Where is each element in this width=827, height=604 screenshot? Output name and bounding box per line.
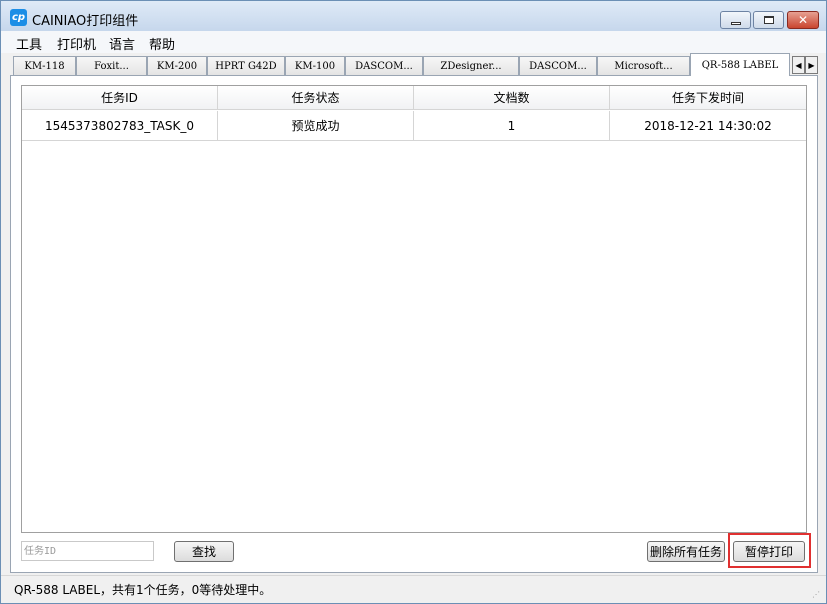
tab-scroll-left-icon[interactable]: ◀	[792, 56, 805, 74]
menu-tools[interactable]: 工具	[16, 34, 42, 53]
tab-dascom-1[interactable]: DASCOM...	[345, 56, 423, 75]
tab-dascom-2[interactable]: DASCOM...	[519, 56, 597, 75]
delete-all-tasks-button[interactable]: 删除所有任务	[647, 541, 725, 562]
maximize-button[interactable]	[753, 11, 784, 29]
cell-task-id: 1545373802783_TASK_0	[22, 111, 218, 140]
close-icon: ✕	[797, 13, 809, 27]
task-id-search-input[interactable]	[21, 541, 154, 561]
cell-task-status: 预览成功	[218, 111, 414, 140]
tab-zdesigner[interactable]: ZDesigner...	[423, 56, 519, 75]
app-window: cp CAINIAO打印组件 ✕ 工具 打印机 语言 帮助 KM-118 Fox…	[0, 0, 827, 604]
menu-printer[interactable]: 打印机	[57, 34, 96, 53]
tab-km-100[interactable]: KM-100	[285, 56, 345, 75]
column-header-dispatch-time[interactable]: 任务下发时间	[610, 86, 806, 109]
tab-qr-588-label[interactable]: QR-588 LABEL	[690, 53, 790, 76]
minimize-button[interactable]	[720, 11, 751, 29]
tab-km-118[interactable]: KM-118	[13, 56, 76, 75]
title-bar[interactable]: cp CAINIAO打印组件 ✕	[1, 1, 826, 31]
highlight-box	[728, 533, 811, 568]
close-button[interactable]: ✕	[787, 11, 819, 29]
table-header: 任务ID 任务状态 文档数 任务下发时间	[22, 86, 806, 110]
resize-grip-icon[interactable]: ⋰	[812, 590, 822, 600]
column-header-task-status[interactable]: 任务状态	[218, 86, 414, 109]
search-button[interactable]: 查找	[174, 541, 234, 562]
status-text: QR-588 LABEL，共有1个任务，0等待处理中。	[14, 583, 272, 597]
tab-hprt-g42d[interactable]: HPRT G42D	[207, 56, 285, 75]
menu-bar: 工具 打印机 语言 帮助	[1, 31, 826, 53]
cell-dispatch-time: 2018-12-21 14:30:02	[644, 118, 772, 133]
window-title: CAINIAO打印组件	[32, 14, 139, 29]
cell-doc-count: 1	[414, 111, 610, 140]
menu-help[interactable]: 帮助	[149, 34, 175, 53]
table-row[interactable]: 1545373802783_TASK_0 预览成功 1 2018-12-21 1…	[22, 111, 806, 141]
printer-tabs: KM-118 Foxit... KM-200 HPRT G42D KM-100 …	[1, 53, 826, 76]
maximize-icon	[763, 16, 774, 24]
tab-microsoft[interactable]: Microsoft...	[597, 56, 690, 75]
tab-foxit[interactable]: Foxit...	[76, 56, 147, 75]
task-table: 任务ID 任务状态 文档数 任务下发时间 1545373802783_TASK_…	[21, 85, 807, 533]
tab-panel: 任务ID 任务状态 文档数 任务下发时间 1545373802783_TASK_…	[10, 75, 818, 573]
tab-km-200[interactable]: KM-200	[147, 56, 207, 75]
column-header-doc-count[interactable]: 文档数	[414, 86, 610, 109]
column-header-task-id[interactable]: 任务ID	[22, 86, 218, 109]
tab-scroll-right-icon[interactable]: ▶	[805, 56, 818, 74]
app-icon: cp	[10, 9, 27, 26]
status-bar: QR-588 LABEL，共有1个任务，0等待处理中。 ⋰	[1, 575, 826, 603]
minimize-icon	[730, 21, 741, 25]
menu-language[interactable]: 语言	[109, 34, 135, 53]
